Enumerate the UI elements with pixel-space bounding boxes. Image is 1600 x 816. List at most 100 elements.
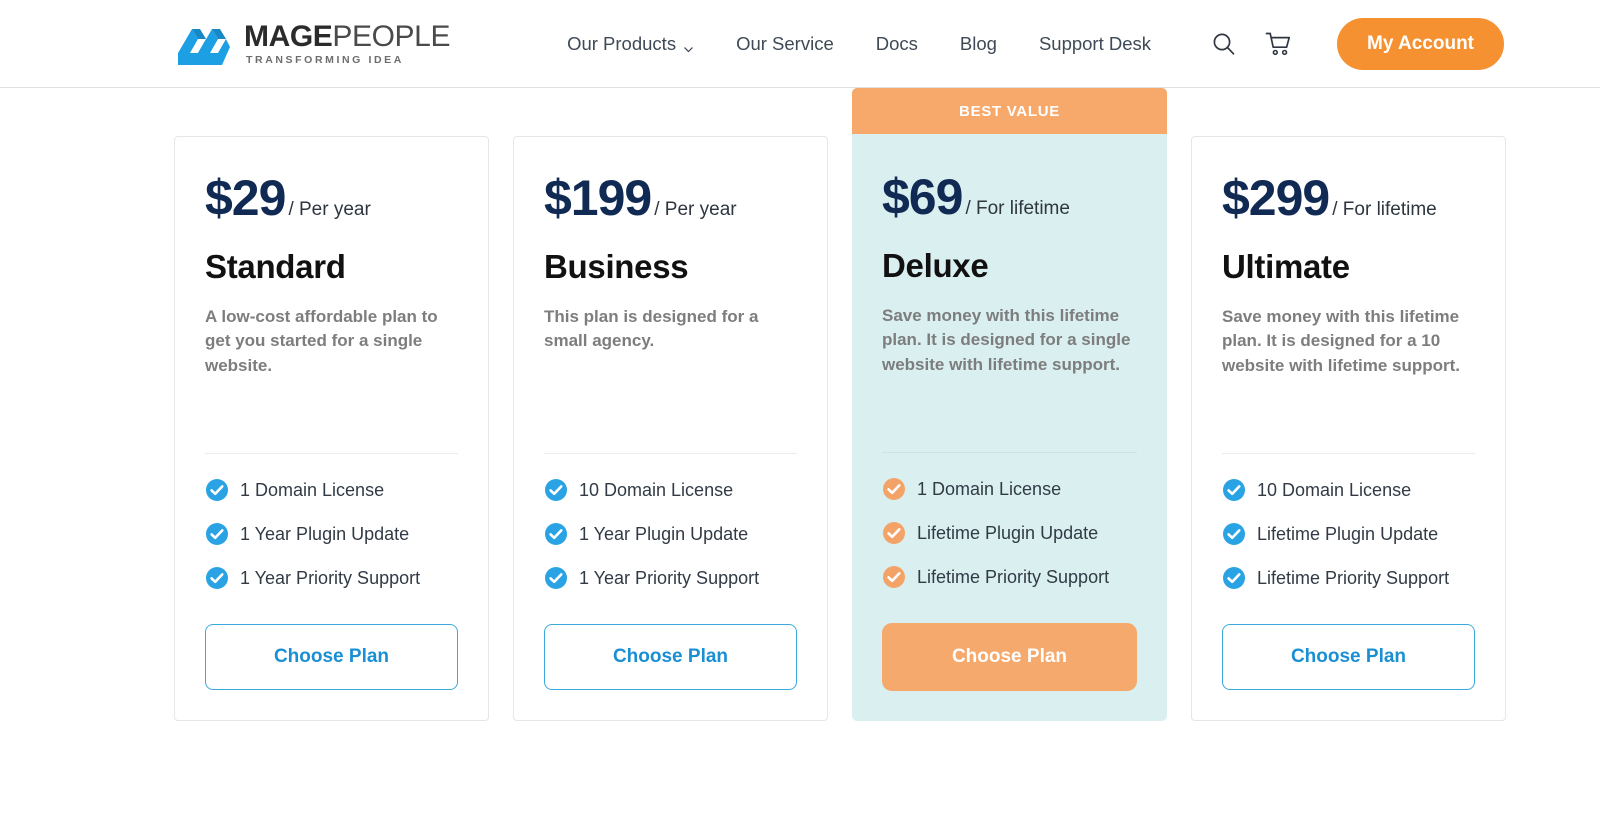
feature-label: Lifetime Plugin Update [917, 522, 1099, 543]
nav-item-blog[interactable]: Blog [939, 23, 1018, 65]
feature-label: 1 Domain License [240, 479, 385, 500]
price-line: $69 / For lifetime [882, 172, 1137, 222]
card-divider [205, 453, 458, 454]
feature-label: 1 Year Priority Support [579, 567, 760, 588]
list-item: Lifetime Plugin Update [882, 521, 1137, 545]
plan-name: Deluxe [882, 247, 989, 284]
feature-label: 10 Domain License [1257, 479, 1412, 500]
logo-word-people: PEOPLE [332, 19, 451, 53]
price-amount: $29 [205, 170, 286, 226]
list-item: 10 Domain License [544, 478, 797, 502]
mage-people-logo-mark-icon [176, 23, 232, 65]
price-period: / For lifetime [965, 198, 1070, 219]
list-item: 1 Year Plugin Update [544, 522, 797, 546]
plan-description: Save money with this lifetime plan. It i… [1222, 307, 1461, 375]
feature-label: 1 Year Plugin Update [240, 523, 410, 544]
cart-icon[interactable] [1251, 17, 1305, 71]
feature-label: 1 Year Plugin Update [579, 523, 749, 544]
card-divider [544, 453, 797, 454]
check-circle-icon [544, 566, 568, 590]
check-circle-icon [1222, 478, 1246, 502]
plan-description: Save money with this lifetime plan. It i… [882, 306, 1131, 374]
primary-navigation: Our Products Our Service Docs Blog Suppo… [546, 23, 1172, 65]
choose-plan-button[interactable]: Choose Plan [882, 623, 1137, 691]
site-logo[interactable]: MAGEPEOPLE TRANSFORMING IDEA [176, 21, 450, 66]
feature-label: Lifetime Plugin Update [1257, 523, 1439, 544]
check-circle-icon [205, 522, 229, 546]
check-circle-icon [882, 521, 906, 545]
list-item: Lifetime Plugin Update [1222, 522, 1475, 546]
check-circle-icon [544, 478, 568, 502]
price-amount: $299 [1222, 170, 1330, 226]
nav-item-our-service[interactable]: Our Service [715, 23, 855, 65]
nav-label-our-service: Our Service [736, 32, 834, 54]
plan-name: Standard [205, 248, 346, 285]
logo-text: MAGEPEOPLE TRANSFORMING IDEA [244, 21, 450, 66]
header-actions: My Account [1197, 17, 1504, 71]
card-divider [1222, 453, 1475, 454]
check-circle-icon [205, 566, 229, 590]
list-item: Lifetime Priority Support [1222, 566, 1475, 590]
plan-name: Business [544, 248, 689, 285]
logo-word-mage: MAGE [244, 19, 333, 53]
site-header: MAGEPEOPLE TRANSFORMING IDEA Our Product… [0, 0, 1600, 91]
price-period: / For lifetime [1332, 199, 1437, 220]
price-line: $299 / For lifetime [1222, 173, 1475, 223]
list-item: 1 Domain License [882, 477, 1137, 501]
best-value-badge: BEST VALUE [852, 88, 1167, 134]
nav-label-support-desk: Support Desk [1038, 32, 1152, 54]
choose-plan-button[interactable]: Choose Plan [205, 624, 458, 690]
list-item: 1 Domain License [205, 478, 458, 502]
feature-label: 1 Year Priority Support [240, 567, 421, 588]
price-amount: $199 [544, 170, 652, 226]
check-circle-icon [205, 478, 229, 502]
check-circle-icon [1222, 522, 1246, 546]
plan-name: Ultimate [1222, 248, 1350, 285]
feature-label: Lifetime Priority Support [917, 566, 1110, 587]
nav-label-our-products: Our Products [567, 32, 677, 54]
nav-label-blog: Blog [959, 32, 997, 54]
price-line: $29 / Per year [205, 173, 458, 223]
my-account-button[interactable]: My Account [1337, 17, 1504, 70]
list-item: 10 Domain License [1222, 478, 1475, 502]
pricing-card-deluxe[interactable]: BEST VALUE $69 / For lifetime Deluxe Sav… [852, 88, 1167, 721]
nav-item-docs[interactable]: Docs [855, 23, 939, 65]
logo-wordmark: MAGEPEOPLE [244, 21, 450, 52]
logo-tagline: TRANSFORMING IDEA [246, 54, 404, 67]
list-item: 1 Year Priority Support [205, 566, 458, 590]
card-divider [882, 452, 1137, 453]
price-line: $199 / Per year [544, 173, 797, 223]
chevron-down-icon [683, 38, 694, 53]
feature-label: 1 Domain License [917, 478, 1062, 499]
plan-description: This plan is designed for a small agency… [544, 307, 759, 351]
list-item: Lifetime Priority Support [882, 565, 1137, 589]
price-period: / Per year [654, 199, 737, 220]
feature-list: 10 Domain License Lifetime Plugin Update… [1222, 478, 1475, 610]
search-icon[interactable] [1197, 17, 1251, 71]
check-circle-icon [882, 477, 906, 501]
list-item: 1 Year Plugin Update [205, 522, 458, 546]
feature-list: 10 Domain License 1 Year Plugin Update 1… [544, 478, 797, 610]
check-circle-icon [882, 565, 906, 589]
price-amount: $69 [882, 169, 963, 225]
pricing-section: $29 / Per year Standard A low-cost affor… [0, 88, 1600, 816]
pricing-plan-list: $29 / Per year Standard A low-cost affor… [174, 88, 1506, 721]
price-period: / Per year [288, 199, 371, 220]
pricing-card-business[interactable]: $199 / Per year Business This plan is de… [513, 136, 828, 721]
plan-description: A low-cost affordable plan to get you st… [205, 307, 438, 375]
choose-plan-button[interactable]: Choose Plan [544, 624, 797, 690]
nav-item-support-desk[interactable]: Support Desk [1018, 23, 1172, 65]
feature-list: 1 Domain License Lifetime Plugin Update … [882, 477, 1137, 609]
nav-label-docs: Docs [875, 32, 918, 54]
list-item: 1 Year Priority Support [544, 566, 797, 590]
nav-item-our-products[interactable]: Our Products [546, 23, 715, 65]
pricing-card-ultimate[interactable]: $299 / For lifetime Ultimate Save money … [1191, 136, 1506, 721]
feature-label: 10 Domain License [579, 479, 734, 500]
featured-card-body: $69 / For lifetime Deluxe Save money wit… [882, 134, 1137, 377]
check-circle-icon [544, 522, 568, 546]
check-circle-icon [1222, 566, 1246, 590]
feature-list: 1 Domain License 1 Year Plugin Update 1 … [205, 478, 458, 610]
choose-plan-button[interactable]: Choose Plan [1222, 624, 1475, 690]
feature-label: Lifetime Priority Support [1257, 567, 1450, 588]
pricing-card-standard[interactable]: $29 / Per year Standard A low-cost affor… [174, 136, 489, 721]
